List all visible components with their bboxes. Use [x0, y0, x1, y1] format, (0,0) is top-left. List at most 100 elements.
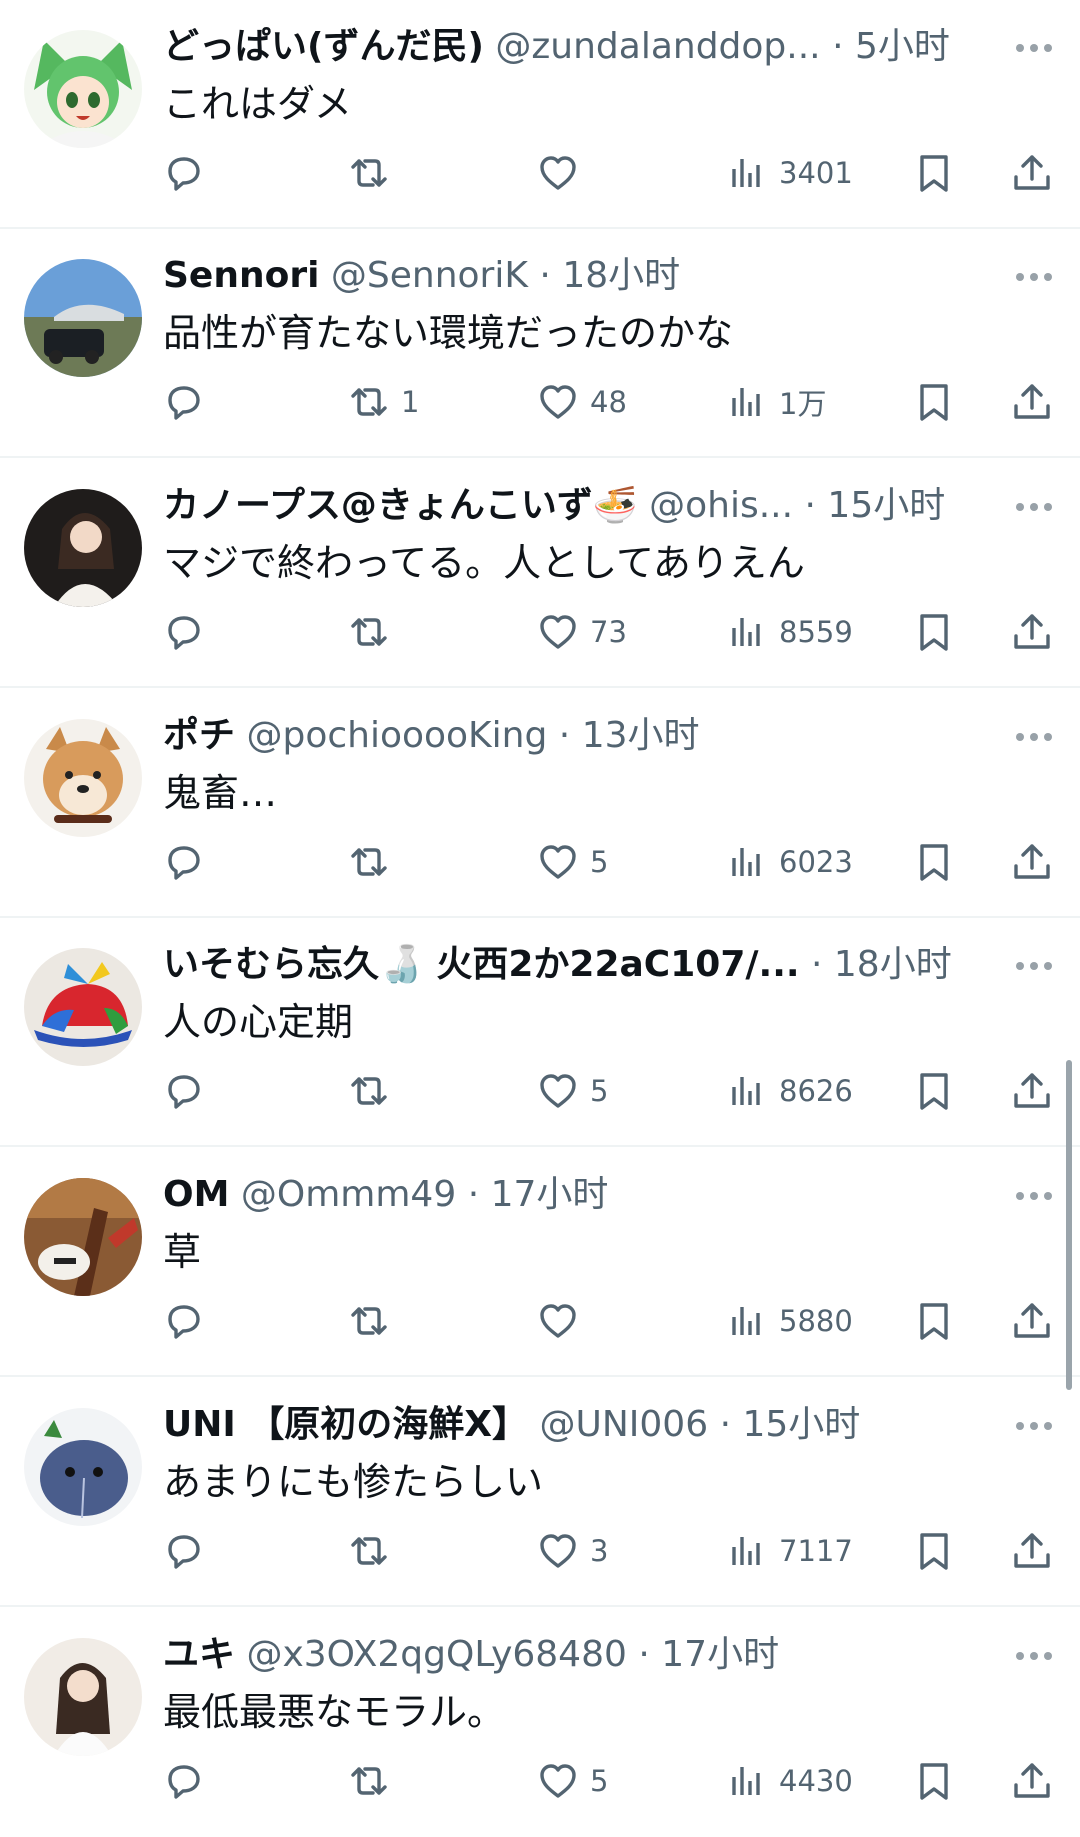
like-icon [536, 840, 580, 884]
reply-button[interactable] [162, 377, 216, 427]
like-button[interactable]: 5 [536, 837, 608, 887]
more-icon[interactable] [1010, 1638, 1058, 1674]
bookmark-button[interactable] [912, 377, 956, 427]
more-icon[interactable] [1010, 719, 1058, 755]
retweet-button[interactable] [347, 1756, 401, 1806]
more-icon[interactable] [1010, 1408, 1058, 1444]
avatar[interactable] [24, 1638, 142, 1756]
user-handle[interactable]: @zundalanddop... [495, 26, 820, 67]
reply-icon [162, 151, 206, 195]
retweet-button[interactable] [347, 1066, 401, 1116]
share-button[interactable] [1010, 377, 1054, 427]
like-button[interactable] [536, 148, 590, 198]
like-button[interactable] [536, 1296, 590, 1346]
display-name[interactable]: UNI 【原初の海鮮X】 [163, 1404, 528, 1445]
more-icon[interactable] [1010, 30, 1058, 66]
tweet-time[interactable]: 18小时 [834, 944, 952, 985]
display-name[interactable]: Sennori [163, 255, 319, 296]
tweet-item[interactable]: カノープス@きょんこいず🍜 @ohis... · 15小时 マジで終わってる。人… [0, 459, 1080, 688]
tweet-time[interactable]: 15小时 [827, 485, 945, 526]
bookmark-button[interactable] [912, 1296, 956, 1346]
tweet-item[interactable]: ユキ @x3OX2qgQLy68480 · 17小时 最低最悪なモラル。 5 4… [0, 1608, 1080, 1837]
bookmark-button[interactable] [912, 837, 956, 887]
share-icon [1010, 380, 1054, 424]
tweet-time[interactable]: 15小时 [742, 1404, 860, 1445]
share-button[interactable] [1010, 1756, 1054, 1806]
views-button[interactable]: 4430 [725, 1756, 853, 1806]
bookmark-button[interactable] [912, 607, 956, 657]
tweet-item[interactable]: いそむら忘久🍶 火西2か22aC107/... · 18小时 人の心定期 5 8… [0, 918, 1080, 1147]
share-button[interactable] [1010, 1296, 1054, 1346]
user-handle[interactable]: @UNI006 [540, 1404, 709, 1445]
reply-button[interactable] [162, 148, 216, 198]
share-button[interactable] [1010, 1526, 1054, 1576]
reply-button[interactable] [162, 607, 216, 657]
reply-button[interactable] [162, 1296, 216, 1346]
display-name[interactable]: カノープス@きょんこいず🍜 [163, 485, 638, 526]
display-name[interactable]: OM [163, 1174, 229, 1215]
user-handle[interactable]: @x3OX2qgQLy68480 [246, 1634, 626, 1675]
more-icon[interactable] [1010, 1178, 1058, 1214]
like-button[interactable]: 5 [536, 1756, 608, 1806]
avatar[interactable] [24, 948, 142, 1066]
tweet-header: ポチ @pochiooooKing · 13小时 [163, 711, 1003, 761]
views-button[interactable]: 1万 [725, 377, 826, 427]
views-button[interactable]: 8559 [725, 607, 853, 657]
more-icon[interactable] [1010, 259, 1058, 295]
reply-button[interactable] [162, 1066, 216, 1116]
tweet-item[interactable]: UNI 【原初の海鮮X】 @UNI006 · 15小时 あまりにも惨たらしい 3… [0, 1378, 1080, 1607]
share-button[interactable] [1010, 607, 1054, 657]
views-button[interactable]: 7117 [725, 1526, 853, 1576]
retweet-button[interactable] [347, 1296, 401, 1346]
share-button[interactable] [1010, 148, 1054, 198]
tweet-time[interactable]: 18小时 [562, 255, 680, 296]
like-button[interactable]: 3 [536, 1526, 608, 1576]
bookmark-button[interactable] [912, 148, 956, 198]
like-button[interactable]: 48 [536, 377, 627, 427]
tweet-time[interactable]: 17小时 [661, 1634, 779, 1675]
bookmark-button[interactable] [912, 1756, 956, 1806]
avatar[interactable] [24, 259, 142, 377]
like-button[interactable]: 5 [536, 1066, 608, 1116]
reply-button[interactable] [162, 837, 216, 887]
more-icon[interactable] [1010, 489, 1058, 525]
user-handle[interactable]: @Ommm49 [241, 1174, 456, 1215]
views-button[interactable]: 8626 [725, 1066, 853, 1116]
views-button[interactable]: 3401 [725, 148, 853, 198]
reply-button[interactable] [162, 1756, 216, 1806]
reply-button[interactable] [162, 1526, 216, 1576]
avatar[interactable] [24, 1408, 142, 1526]
tweet-time[interactable]: 17小时 [491, 1174, 609, 1215]
avatar[interactable] [24, 30, 142, 148]
user-handle[interactable]: @ohis... [649, 485, 793, 526]
tweet-item[interactable]: Sennori @SennoriK · 18小时 品性が育たない環境だったのかな… [0, 229, 1080, 458]
tweet-time[interactable]: 5小时 [855, 26, 950, 67]
user-handle[interactable]: @SennoriK [331, 255, 528, 296]
share-button[interactable] [1010, 1066, 1054, 1116]
views-button[interactable]: 6023 [725, 837, 853, 887]
scrollbar[interactable] [1066, 1060, 1072, 1390]
more-icon[interactable] [1010, 948, 1058, 984]
display-name[interactable]: ユキ [163, 1634, 235, 1675]
tweet-item[interactable]: ポチ @pochiooooKing · 13小时 鬼畜… 5 6023 [0, 689, 1080, 918]
retweet-button[interactable] [347, 607, 401, 657]
bookmark-button[interactable] [912, 1066, 956, 1116]
bookmark-button[interactable] [912, 1526, 956, 1576]
display-name[interactable]: どっぱい(ずんだ民) [163, 26, 484, 67]
retweet-button[interactable] [347, 1526, 401, 1576]
avatar[interactable] [24, 1178, 142, 1296]
tweet-time[interactable]: 13小时 [582, 715, 700, 756]
tweet-item[interactable]: OM @Ommm49 · 17小时 草 5880 [0, 1148, 1080, 1377]
views-button[interactable]: 5880 [725, 1296, 853, 1346]
display-name[interactable]: ポチ [163, 715, 235, 756]
like-button[interactable]: 73 [536, 607, 627, 657]
display-name[interactable]: いそむら忘久🍶 火西2か22aC107/... [163, 944, 800, 985]
tweet-item[interactable]: どっぱい(ずんだ民) @zundalanddop... · 5小时 これはダメ … [0, 0, 1080, 229]
user-handle[interactable]: @pochiooooKing [246, 715, 547, 756]
retweet-button[interactable]: 1 [347, 377, 419, 427]
share-button[interactable] [1010, 837, 1054, 887]
avatar[interactable] [24, 719, 142, 837]
retweet-button[interactable] [347, 148, 401, 198]
avatar[interactable] [24, 489, 142, 607]
retweet-button[interactable] [347, 837, 401, 887]
